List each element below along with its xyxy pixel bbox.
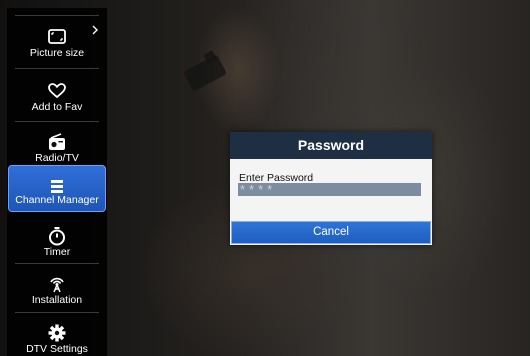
- menu-item-label: Timer: [43, 246, 71, 258]
- menu-item-label: Radio/TV: [35, 152, 79, 164]
- menu-item-channel-manager[interactable]: Channel Manager: [8, 165, 106, 212]
- menu-item-label: Installation: [31, 294, 83, 306]
- menu-divider: [15, 15, 99, 16]
- menu-item-label: DTV Settings: [26, 343, 88, 355]
- antenna-icon: [47, 274, 67, 294]
- menu-item-radio-tv[interactable]: Radio/TV: [7, 122, 107, 169]
- tv-screen: Picture size Add to Fav Radio/TV Channel…: [0, 0, 530, 356]
- timer-icon: [47, 226, 67, 246]
- menu-item-label: Picture size: [29, 47, 85, 59]
- password-input[interactable]: ****: [238, 183, 421, 196]
- menu-item-label: Add to Fav: [31, 101, 83, 113]
- options-menu: Picture size Add to Fav Radio/TV Channel…: [7, 8, 107, 356]
- heart-icon: [47, 81, 67, 101]
- password-dialog: Password Enter Password **** Cancel: [230, 132, 432, 245]
- menu-item-add-to-fav[interactable]: Add to Fav: [7, 71, 107, 118]
- radio-icon: [47, 132, 67, 152]
- dialog-title: Password: [230, 132, 432, 159]
- menu-item-dtv-settings[interactable]: DTV Settings: [7, 313, 107, 356]
- menu-item-label: Channel Manager: [15, 194, 99, 206]
- menu-item-picture-size[interactable]: Picture size: [7, 17, 107, 64]
- chevron-right-icon: [91, 25, 99, 35]
- picture-size-icon: [47, 27, 67, 47]
- list-icon: [47, 176, 67, 196]
- menu-divider: [15, 68, 99, 69]
- cancel-button[interactable]: Cancel: [231, 221, 431, 244]
- menu-item-installation[interactable]: Installation: [7, 264, 107, 311]
- gear-icon: [47, 323, 67, 343]
- menu-item-timer[interactable]: Timer: [7, 216, 107, 263]
